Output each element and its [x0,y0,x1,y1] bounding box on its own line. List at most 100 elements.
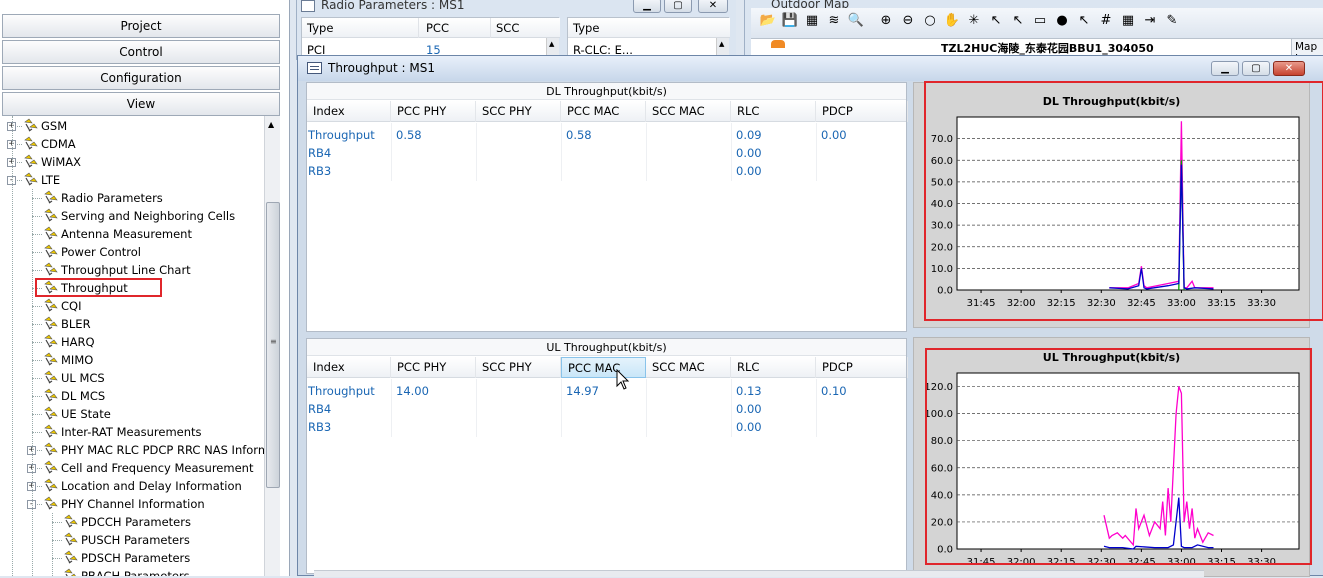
column-header-scc-phy[interactable]: SCC PHY [476,101,561,122]
column-header-rlc[interactable]: RLC [731,357,816,378]
project-button[interactable]: Project [2,14,280,38]
tree-item-ue-state[interactable]: UE State [61,405,111,423]
tree-item-bler[interactable]: BLER [61,315,91,333]
tree-item-ul-mcs[interactable]: UL MCS [61,369,105,387]
search-map-icon[interactable]: 🔍 [847,12,865,30]
report-icon[interactable]: ✎ [1163,12,1181,30]
mouse-cursor-icon [616,369,630,390]
close-button[interactable]: ✕ [698,0,728,13]
grid-line [561,123,562,181]
column-header-scc-mac[interactable]: SCC MAC [646,101,731,122]
table-cell: 0.00 [736,402,762,416]
column-header-rlc[interactable]: RLC [731,101,816,122]
tree-connector [32,252,42,253]
export-icon[interactable]: ⇥ [1141,12,1159,30]
column-header-pcc-mac[interactable]: PCC MAC [561,101,646,122]
tree-connector [32,360,42,361]
tree-item-throughput-line-chart[interactable]: Throughput Line Chart [61,261,191,279]
tree-item-radio-parameters[interactable]: Radio Parameters [61,189,163,207]
control-button[interactable]: Control [2,40,280,64]
grid-line [731,379,732,437]
column-header-pcc-mac[interactable]: PCC MAC [561,357,646,378]
scroll-up-icon[interactable]: ▲ [268,120,274,129]
tree-item-lte[interactable]: LTE [41,171,60,189]
row-index-cell: Throughput [308,128,375,142]
throughput-window-title: Throughput : MS1 [328,61,435,75]
scrollbar-thumb[interactable]: ≡ [266,202,280,488]
grid-icon[interactable]: # [1097,12,1115,30]
grid-map-icon[interactable]: ▦ [803,12,821,30]
tree-item-phy-channel-information[interactable]: PHY Channel Information [61,495,205,513]
tree-node-icon [42,298,58,312]
tree-item-cqi[interactable]: CQI [61,297,81,315]
window-icon [301,0,315,12]
save-icon[interactable]: 💾 [781,12,799,30]
minimize-button[interactable]: ▁ [633,0,661,13]
tree-node-icon [62,568,78,576]
tree-item-power-control[interactable]: Power Control [61,243,141,261]
pan-icon[interactable]: ✋ [943,12,961,30]
crosshair-icon[interactable]: ✳ [965,12,983,30]
tree-connector [32,198,42,199]
column-header[interactable]: Type [573,21,599,35]
tree-item-location-and-delay-information[interactable]: Location and Delay Information [61,477,242,495]
tree-node-icon [42,334,58,348]
maximize-button[interactable]: ▢ [664,0,692,13]
tree-item-mimo[interactable]: MIMO [61,351,93,369]
column-header-scc-mac[interactable]: SCC MAC [646,357,731,378]
tree-item-antenna-measurement[interactable]: Antenna Measurement [61,225,192,243]
column-header-pcc-phy[interactable]: PCC PHY [391,357,476,378]
tree-scrollbar[interactable]: ▲ ≡ [264,116,280,576]
row-index-cell: Throughput [308,384,375,398]
tree-item-cdma[interactable]: CDMA [41,135,76,153]
tree-item-pbach-parameters[interactable]: PBACH Parameters [81,567,190,576]
tree-item-pdsch-parameters[interactable]: PDSCH Parameters [81,549,190,567]
throughput-titlebar[interactable]: Throughput : MS1 ▁ ▢ ✕ [298,56,1323,81]
column-header[interactable]: SCC [496,21,519,35]
zoom-fit-icon[interactable]: ○ [921,12,939,30]
ruler-icon[interactable]: ▭ [1031,12,1049,30]
layers-icon[interactable]: ≋ [825,12,843,30]
zoom-in-icon[interactable]: ⊕ [877,12,895,30]
minimize-button[interactable]: ▁ [1211,61,1239,76]
column-header-pdcp[interactable]: PDCP [816,357,908,378]
column-header-index[interactable]: Index [307,101,391,122]
column-header-pdcp[interactable]: PDCP [816,101,908,122]
zoom-out-icon[interactable]: ⊖ [899,12,917,30]
view-button[interactable]: View [2,92,280,116]
tree-item-dl-mcs[interactable]: DL MCS [61,387,105,405]
configuration-button[interactable]: Configuration [2,66,280,90]
tree-item-gsm[interactable]: GSM [41,117,67,135]
tree-item-harq[interactable]: HARQ [61,333,95,351]
column-header-index[interactable]: Index [307,357,391,378]
globe-icon[interactable]: ● [1053,12,1071,30]
table-cell: 0.58 [566,128,592,142]
tree-item-cell-and-frequency-measurement[interactable]: Cell and Frequency Measurement [61,459,253,477]
pointer2-icon[interactable]: ↖ [1075,12,1093,30]
tree-item-pdcch-parameters[interactable]: PDCCH Parameters [81,513,191,531]
radio-table-2: Type R-CLC: E... ▲ [567,17,730,58]
tree-item-inter-rat-measurements[interactable]: Inter-RAT Measurements [61,423,202,441]
pointer-icon[interactable]: ↖ [987,12,1005,30]
column-header[interactable]: PCC [426,21,449,35]
grid-line [816,379,817,437]
site-marker-icon[interactable] [771,40,785,48]
table-cell: 0.00 [821,128,847,142]
maximize-button[interactable]: ▢ [1242,61,1270,76]
tree-item-pusch-parameters[interactable]: PUSCH Parameters [81,531,190,549]
tree-node-icon [62,514,78,528]
grid-line [476,379,477,437]
close-button[interactable]: ✕ [1273,61,1305,76]
folder-open-icon[interactable]: 📂 [759,12,777,30]
column-header-pcc-phy[interactable]: PCC PHY [391,101,476,122]
select-icon[interactable]: ↖ [1009,12,1027,30]
column-header-scc-phy[interactable]: SCC PHY [476,357,561,378]
tree-item-phy-mac-rlc-pdcp-rrc-nas-informa[interactable]: PHY MAC RLC PDCP RRC NAS Informa [61,441,264,459]
tree-item-serving-and-neighboring-cells[interactable]: Serving and Neighboring Cells [61,207,235,225]
tree-node-icon [42,370,58,384]
column-header[interactable]: Type [307,21,333,35]
calc-icon[interactable]: ▦ [1119,12,1137,30]
tree-item-wimax[interactable]: WiMAX [41,153,81,171]
table-cell: 0.10 [821,384,847,398]
tree-node-icon [42,478,58,492]
